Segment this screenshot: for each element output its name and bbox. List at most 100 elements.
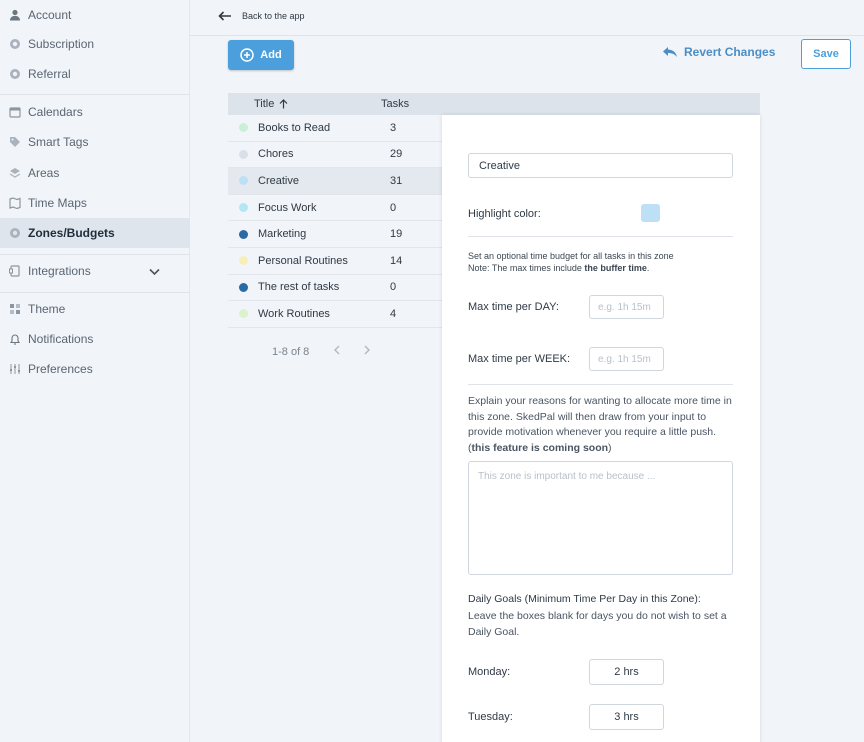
- sidebar-divider: [0, 254, 190, 255]
- sidebar-item-account[interactable]: Account: [0, 0, 190, 30]
- zone-name: Books to Read: [258, 121, 331, 134]
- bell-icon: [8, 332, 22, 346]
- sidebar-item-label: Areas: [28, 166, 60, 180]
- zone-color-dot: [239, 203, 248, 213]
- add-button[interactable]: Add: [228, 40, 294, 70]
- zones-icon: [8, 226, 22, 240]
- chevron-left-icon[interactable]: [333, 345, 340, 358]
- save-button[interactable]: Save: [801, 39, 851, 69]
- zone-color-dot: [239, 256, 248, 266]
- layers-icon: [8, 166, 22, 180]
- table-row[interactable]: Marketing 19: [228, 221, 442, 248]
- undo-arrow-icon: [663, 47, 677, 57]
- tuesday-label: Tuesday:: [468, 711, 513, 723]
- zone-color-dot: [239, 149, 248, 159]
- monday-label: Monday:: [468, 666, 511, 678]
- reasons-textarea[interactable]: This zone is important to me because ...: [468, 461, 733, 575]
- table-row[interactable]: Books to Read 3: [228, 115, 442, 142]
- sidebar-item-integrations[interactable]: Integrations: [0, 256, 190, 286]
- column-header-title[interactable]: Title: [228, 98, 355, 110]
- map-icon: [8, 196, 22, 210]
- highlight-color-label: Highlight color:: [468, 208, 541, 220]
- zone-name: Focus Work: [258, 201, 317, 214]
- zone-task-count: 14: [390, 254, 403, 267]
- zone-name: Chores: [258, 148, 294, 161]
- table-row[interactable]: Work Routines 4: [228, 301, 442, 328]
- sidebar-item-theme[interactable]: Theme: [0, 294, 190, 324]
- sidebar-item-label: Smart Tags: [28, 135, 89, 149]
- zone-task-count: 29: [390, 148, 403, 161]
- zone-task-count: 3: [390, 121, 397, 134]
- sidebar-item-label: Notifications: [28, 332, 94, 346]
- chevron-down-icon[interactable]: [149, 265, 160, 279]
- tuesday-goal-input[interactable]: 3 hrs: [589, 704, 664, 730]
- revert-changes-button[interactable]: Revert Changes: [662, 45, 775, 59]
- table-row[interactable]: Chores 29: [228, 142, 442, 169]
- pagination-range: 1-8 of 8: [272, 345, 310, 358]
- table-row[interactable]: The rest of tasks 0: [228, 275, 442, 302]
- zone-task-count: 19: [390, 228, 403, 241]
- zone-name: Creative: [258, 174, 299, 187]
- reasons-description: Explain your reasons for wanting to allo…: [468, 395, 732, 454]
- table-row[interactable]: Personal Routines 14: [228, 248, 442, 275]
- zone-detail-panel: Creative Highlight color: Set an optiona…: [442, 115, 760, 742]
- sidebar-item-label: Zones/Budgets: [28, 226, 115, 240]
- budget-note: Set an optional time budget for all task…: [468, 251, 674, 261]
- zone-color-dot: [239, 123, 248, 133]
- sidebar-item-subscription[interactable]: Subscription: [0, 29, 190, 59]
- zone-name-input[interactable]: Creative: [468, 153, 733, 178]
- divider: [468, 236, 733, 237]
- sidebar-item-calendars[interactable]: Calendars: [0, 97, 190, 127]
- subscription-icon: [8, 37, 22, 51]
- zone-name: Personal Routines: [258, 254, 348, 267]
- zone-color-dot: [239, 176, 248, 186]
- table-header: Title Tasks: [228, 93, 760, 115]
- column-header-tasks[interactable]: Tasks: [355, 98, 409, 110]
- table-row[interactable]: Creative 31: [228, 168, 442, 195]
- sidebar-item-referral[interactable]: Referral: [0, 59, 190, 89]
- zone-name: The rest of tasks: [258, 281, 340, 294]
- sidebar-item-smart-tags[interactable]: Smart Tags: [0, 127, 190, 157]
- main-content: Add Revert Changes Save Title Tasks Book…: [190, 37, 864, 742]
- sidebar-item-label: Account: [28, 8, 72, 22]
- back-to-app-label: Back to the app: [242, 11, 305, 21]
- sidebar-item-time-maps[interactable]: Time Maps: [0, 188, 190, 218]
- sidebar-item-zones-budgets[interactable]: Zones/Budgets: [0, 218, 190, 248]
- max-day-label: Max time per DAY:: [468, 301, 559, 313]
- zone-color-dot: [239, 309, 248, 319]
- sidebar-item-notifications[interactable]: Notifications: [0, 324, 190, 354]
- back-to-app-link[interactable]: Back to the app: [218, 11, 305, 21]
- top-bar: Back to the app: [190, 0, 864, 36]
- sidebar-item-preferences[interactable]: Preferences: [0, 354, 190, 384]
- sliders-icon: [8, 362, 22, 376]
- referral-icon: [8, 67, 22, 81]
- max-week-label: Max time per WEEK:: [468, 353, 571, 365]
- sidebar-divider: [0, 94, 190, 95]
- arrow-left-icon: [218, 11, 231, 21]
- table-row[interactable]: Focus Work 0: [228, 195, 442, 222]
- zone-task-count: 31: [390, 174, 403, 187]
- sidebar: Account Subscription Referral Calendars …: [0, 0, 190, 742]
- calendar-icon: [8, 105, 22, 119]
- max-day-input[interactable]: e.g. 1h 15m: [589, 295, 664, 319]
- sidebar-item-label: Theme: [28, 302, 66, 316]
- zone-color-dot: [239, 229, 248, 239]
- buffer-time-note: Note: The max times include the buffer t…: [468, 263, 650, 273]
- sidebar-item-areas[interactable]: Areas: [0, 158, 190, 188]
- monday-goal-input[interactable]: 2 hrs: [589, 659, 664, 685]
- daily-goals-hint: Leave the boxes blank for days you do no…: [468, 610, 727, 638]
- zone-name: Work Routines: [258, 307, 330, 320]
- sidebar-item-label: Subscription: [28, 37, 95, 51]
- sidebar-divider: [0, 292, 190, 293]
- chevron-right-icon[interactable]: [364, 345, 371, 358]
- sidebar-item-label: Integrations: [28, 264, 91, 278]
- plus-circle-icon: [240, 48, 255, 62]
- max-week-input[interactable]: e.g. 1h 15m: [589, 347, 664, 371]
- zone-task-count: 4: [390, 307, 397, 320]
- sidebar-item-label: Time Maps: [28, 196, 87, 210]
- theme-icon: [8, 302, 22, 316]
- sort-ascending-icon: [279, 99, 288, 109]
- highlight-color-swatch[interactable]: [641, 204, 660, 222]
- sidebar-item-label: Preferences: [28, 362, 93, 376]
- sidebar-item-label: Calendars: [28, 105, 83, 119]
